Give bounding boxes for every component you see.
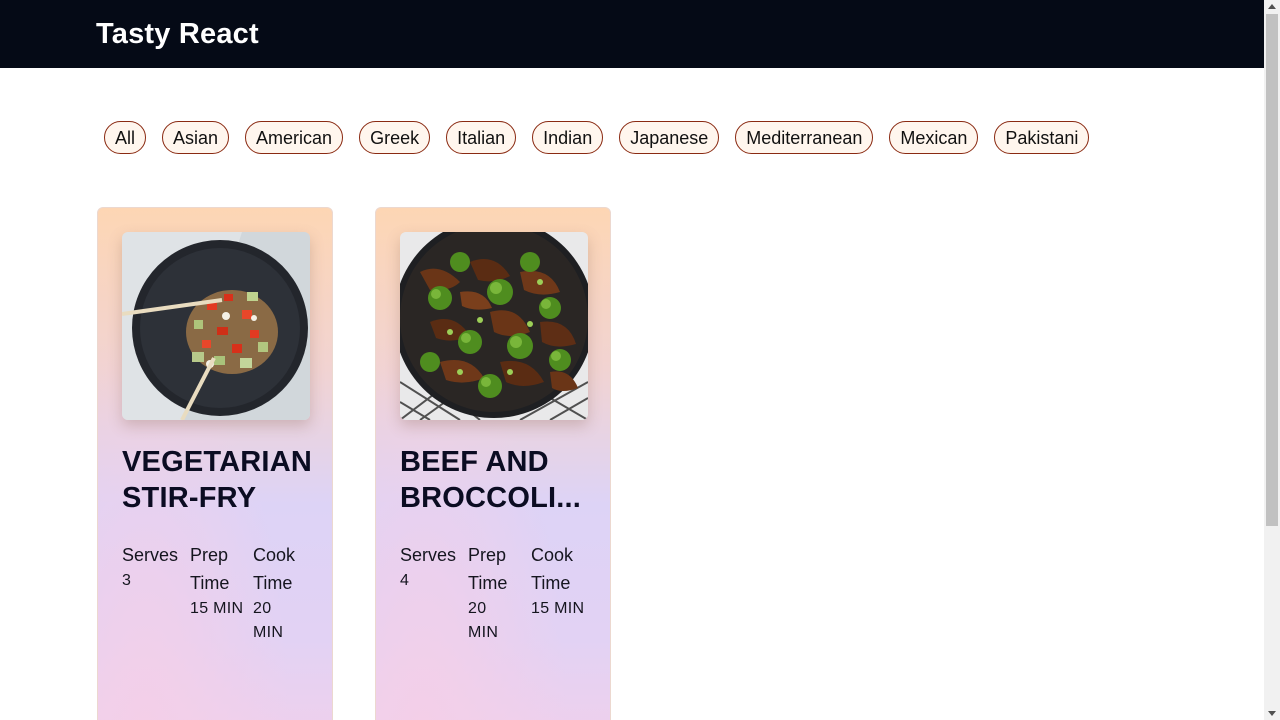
serves-stat: Serves 3 [122,541,182,645]
serves-value: 3 [122,572,132,589]
vertical-scrollbar[interactable] [1264,0,1280,720]
cook-label-line-2: Time [253,573,293,593]
prep-time-label: Prep Time [190,541,245,597]
filter-chip-asian[interactable]: Asian [162,121,230,154]
serves-stat: Serves 4 [400,541,460,645]
cook-value-line-2: MIN [253,624,284,641]
recipe-image-stir-fry[interactable] [122,232,310,420]
prep-value-line-2: MIN [468,624,499,641]
cook-time-label: Cook Time [531,541,591,597]
recipe-title[interactable]: VEGETARIAN STIR-FRY [122,444,322,516]
prep-label-line-1: Prep [468,545,507,565]
prep-time-label: Prep Time [468,541,523,597]
cook-time-label: Cook Time [253,541,313,597]
recipe-title-line-2: BROCCOLI... [400,482,582,514]
scroll-down-arrow-icon[interactable] [1268,711,1276,716]
page: Tasty React All Asian American Greek Ita… [0,0,1280,720]
recipe-image-beef-broccoli[interactable] [400,232,588,420]
stir-fry-bowl-photo [122,232,310,420]
filter-chip-pakistani[interactable]: Pakistani [994,121,1090,154]
serves-label: Serves [400,545,457,565]
filter-chip-italian[interactable]: Italian [446,121,517,154]
prep-time-value: 15 MIN [190,600,244,617]
cook-label-line-2: Time [531,573,571,593]
cook-value-line-1: 20 [253,600,272,617]
filter-chip-mexican[interactable]: Mexican [889,121,979,154]
filter-chip-greek[interactable]: Greek [359,121,431,154]
serves-label: Serves [122,545,179,565]
recipe-title[interactable]: BEEF AND BROCCOLI... [400,444,600,516]
serves-value: 4 [400,572,410,589]
prep-value-line-1: 20 [468,600,487,617]
filter-chip-mediterranean[interactable]: Mediterranean [735,121,874,154]
cook-time-value: 20 MIN [253,597,313,645]
top-navbar: Tasty React [0,0,1264,68]
scroll-up-arrow-icon[interactable] [1268,4,1276,9]
cook-label-line-1: Cook [253,545,296,565]
cuisine-filter-bar: All Asian American Greek Italian Indian … [104,121,1090,155]
brand-logo-text[interactable]: Tasty React [96,14,259,54]
recipe-card[interactable]: VEGETARIAN STIR-FRY Serves 3 Prep Time 1… [97,207,333,720]
scrollbar-thumb[interactable] [1266,14,1278,526]
beef-broccoli-skillet-photo [400,232,588,420]
cook-label-line-1: Cook [531,545,574,565]
prep-label-line-2: Time [468,573,508,593]
recipe-title-line-1: VEGETARIAN [122,446,310,478]
prep-time-stat: Prep Time 15 MIN [190,541,245,645]
filter-chip-american[interactable]: American [245,121,344,154]
cook-time-stat: Cook Time 20 MIN [253,541,313,645]
filter-chip-japanese[interactable]: Japanese [619,121,720,154]
recipe-title-line-1: BEEF AND [400,446,549,478]
prep-label-line-1: Prep [190,545,229,565]
cook-time-stat: Cook Time 15 MIN [531,541,591,645]
recipe-title-line-2: STIR-FRY [122,482,257,514]
recipe-stats: Serves 4 Prep Time 20 MIN Cook Time 15 M… [400,541,591,645]
prep-time-stat: Prep Time 20 MIN [468,541,523,645]
recipe-stats: Serves 3 Prep Time 15 MIN Cook Time 20 M… [122,541,313,645]
recipe-card[interactable]: BEEF AND BROCCOLI... Serves 4 Prep Time … [375,207,611,720]
prep-label-line-2: Time [190,573,230,593]
prep-time-value: 20 MIN [468,597,523,645]
filter-chip-all[interactable]: All [104,121,147,154]
cook-time-value: 15 MIN [531,600,585,617]
filter-chip-indian[interactable]: Indian [532,121,604,154]
